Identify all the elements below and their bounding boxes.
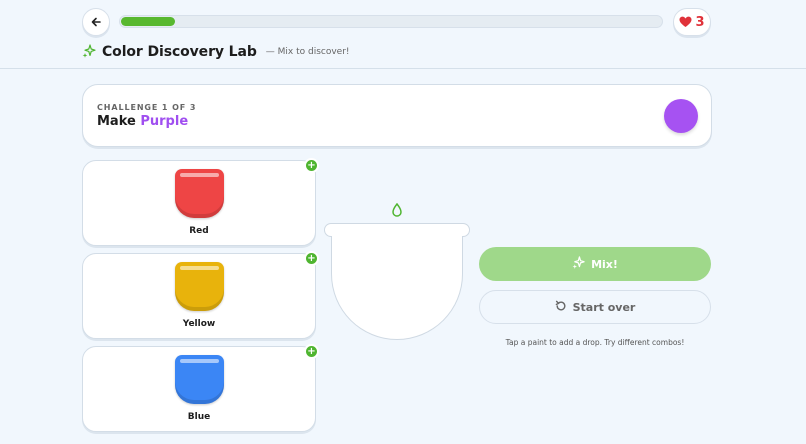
paint-label: Yellow xyxy=(182,319,216,329)
back-button[interactable] xyxy=(82,8,110,36)
mix-button-label: Mix! xyxy=(591,257,618,271)
add-drop-badge[interactable]: + xyxy=(304,158,319,173)
paint-pot-yellow xyxy=(175,262,224,311)
add-drop-badge[interactable]: + xyxy=(304,251,319,266)
page-subtitle: — Mix to discover! xyxy=(265,47,350,57)
start-over-label: Start over xyxy=(572,300,636,314)
sparkle-icon xyxy=(572,256,585,272)
add-drop-badge[interactable]: + xyxy=(304,344,319,359)
paint-label: Red xyxy=(189,226,209,236)
challenge-counter: CHALLENGE 1 OF 3 xyxy=(97,103,197,112)
heart-icon xyxy=(679,13,692,32)
lives-count: 3 xyxy=(695,14,705,30)
progress-bar xyxy=(119,15,663,28)
mixing-bowl xyxy=(331,236,463,340)
lives-badge: 3 xyxy=(673,8,711,36)
hint-text: Tap a paint to add a drop. Try different… xyxy=(505,338,685,347)
paint-card-blue[interactable]: Blue + xyxy=(82,344,319,432)
mix-button[interactable]: Mix! xyxy=(479,247,711,281)
restart-icon xyxy=(555,300,567,315)
paint-pot-blue xyxy=(175,355,224,404)
page-title-row: Color Discovery Lab — Mix to discover! xyxy=(82,42,350,62)
arrow-left-icon xyxy=(90,13,102,32)
drop-icon xyxy=(391,202,403,221)
paint-card-red[interactable]: Red + xyxy=(82,158,319,246)
pot-shine xyxy=(180,266,219,270)
pot-shine xyxy=(180,359,219,363)
target-color-name: Purple xyxy=(140,114,189,129)
page-title: Color Discovery Lab xyxy=(102,44,257,60)
challenge-prefix: Make xyxy=(97,114,136,129)
paint-card-yellow[interactable]: Yellow + xyxy=(82,251,319,339)
start-over-button[interactable]: Start over xyxy=(479,290,711,324)
paint-label: Blue xyxy=(187,412,211,422)
challenge-title: Make Purple xyxy=(97,114,188,129)
challenge-card: CHALLENGE 1 OF 3 Make Purple xyxy=(82,84,712,147)
mixing-bowl-rim xyxy=(324,223,470,237)
paint-pot-red xyxy=(175,169,224,218)
progress-fill xyxy=(121,17,176,26)
top-bar: 3 Color Discovery Lab — Mix to discover! xyxy=(0,0,806,69)
pot-shine xyxy=(180,173,219,177)
sparkle-icon xyxy=(82,43,96,62)
target-color-swatch xyxy=(664,99,698,133)
